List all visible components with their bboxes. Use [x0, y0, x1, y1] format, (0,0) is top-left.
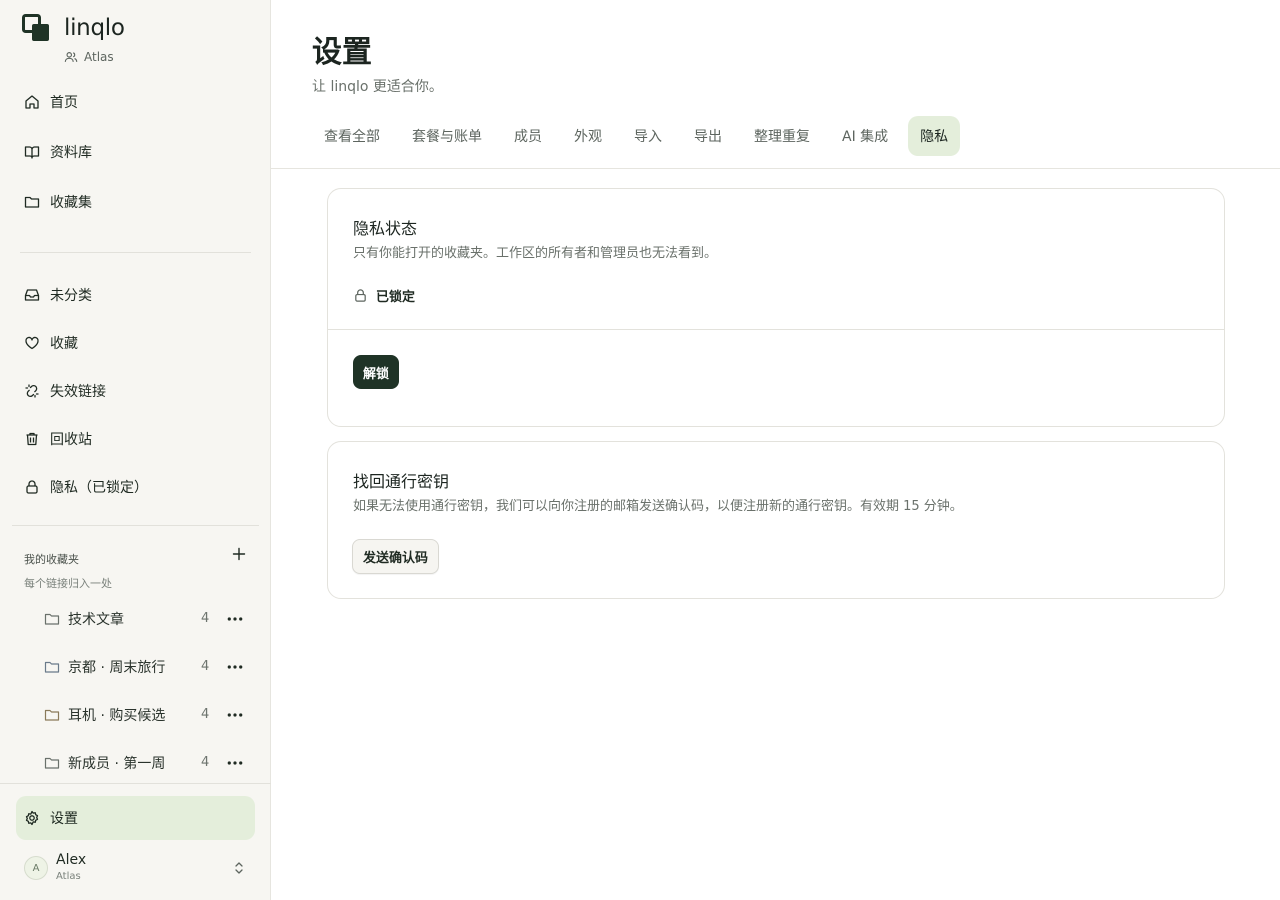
folder-icon: [44, 661, 60, 673]
divider: [0, 783, 271, 784]
nav-label: 收藏: [50, 336, 78, 352]
nav-label: 回收站: [50, 432, 92, 448]
nav-item-favorites[interactable]: 收藏: [16, 323, 255, 363]
send-code-button[interactable]: 发送确认码: [352, 539, 440, 574]
home-icon: [25, 95, 39, 109]
trash-icon: [26, 432, 38, 446]
book-icon: [24, 146, 40, 159]
nav-item-library[interactable]: 资料库: [16, 132, 255, 172]
nav-label: 收藏集: [50, 195, 92, 211]
lock-icon: [26, 480, 38, 494]
card-description: 如果无法使用通行密钥，我们可以向你注册的邮箱发送确认码，以便注册新的通行密钥。有…: [353, 499, 963, 514]
nav-label: 资料库: [50, 145, 92, 161]
folder-label: 新成员 · 第一周: [68, 756, 166, 772]
folder-count: 4: [201, 707, 210, 722]
tab-appearance[interactable]: 外观: [562, 116, 614, 156]
divider: [271, 168, 1280, 169]
folder-icon: [44, 757, 60, 769]
app-name: linqlo: [64, 15, 125, 41]
divider: [20, 252, 251, 253]
privacy-status-card: 隐私状态 只有你能打开的收藏夹。工作区的所有者和管理员也无法看到。 已锁定 解锁: [327, 188, 1225, 427]
lock-icon: [355, 289, 366, 302]
card-title: 找回通行密钥: [353, 472, 450, 491]
folder-label: 京都 · 周末旅行: [68, 660, 166, 676]
workspace-label[interactable]: Atlas: [64, 50, 114, 64]
inbox-icon: [24, 289, 40, 301]
folder-label: 耳机 · 购买候选: [68, 708, 166, 724]
card-title: 隐私状态: [353, 219, 418, 238]
tab-privacy[interactable]: 隐私: [908, 116, 961, 156]
users-icon: [64, 52, 78, 62]
more-icon[interactable]: [226, 610, 244, 628]
nav-item-uncategorized[interactable]: 未分类: [16, 275, 255, 315]
broken-link-icon: [25, 384, 39, 398]
folder-icon: [44, 709, 60, 721]
add-folder-icon[interactable]: [231, 546, 247, 562]
user-name: Alex: [56, 852, 87, 868]
nav-item-home[interactable]: 首页: [16, 82, 255, 122]
folders-section-subtitle: 每个链接归入一处: [24, 577, 112, 590]
nav-item-broken-links[interactable]: 失效链接: [16, 371, 255, 411]
folder-item[interactable]: 新成员 · 第一周 4: [36, 743, 255, 783]
folder-count: 4: [201, 611, 210, 626]
folder-item[interactable]: 京都 · 周末旅行 4: [36, 647, 255, 687]
folder-icon: [44, 613, 60, 625]
settings-tabs: 查看全部 套餐与账单 成员 外观 导入 导出 整理重复 AI 集成 隐私: [312, 116, 961, 156]
folder-icon: [24, 196, 40, 208]
folder-item[interactable]: 技术文章 4: [36, 599, 255, 639]
tab-overview[interactable]: 查看全部: [312, 116, 392, 156]
user-menu[interactable]: A Alex Atlas: [24, 852, 255, 884]
nav-label: 失效链接: [50, 384, 106, 400]
lock-status: 已锁定: [353, 286, 415, 305]
nav-label: 隐私（已锁定）: [50, 480, 148, 496]
sidebar: linqlo Atlas 首页 资料库 收藏集 未分类 收藏 失效链接 回收站: [0, 0, 271, 900]
heart-icon: [25, 336, 39, 350]
passkey-recovery-card: 找回通行密钥 如果无法使用通行密钥，我们可以向你注册的邮箱发送确认码，以便注册新…: [327, 441, 1225, 599]
user-workspace: Atlas: [56, 871, 81, 882]
nav-item-trash[interactable]: 回收站: [16, 419, 255, 459]
folder-count: 4: [201, 659, 210, 674]
tab-import[interactable]: 导入: [622, 116, 674, 156]
tab-ai-integration[interactable]: AI 集成: [830, 116, 900, 156]
more-icon[interactable]: [226, 658, 244, 676]
nav-label: 未分类: [50, 288, 92, 304]
tab-members[interactable]: 成员: [502, 116, 554, 156]
more-icon[interactable]: [226, 754, 244, 772]
card-description: 只有你能打开的收藏夹。工作区的所有者和管理员也无法看到。: [353, 246, 718, 261]
nav-item-settings[interactable]: 设置: [16, 796, 255, 840]
workspace-name: Atlas: [84, 50, 114, 64]
nav-label: 设置: [50, 811, 78, 827]
nav-item-private[interactable]: 隐私（已锁定）: [16, 467, 255, 507]
page-title: 设置: [312, 35, 372, 70]
page-subtitle: 让 linqlo 更适合你。: [312, 79, 443, 95]
logo-icon: [22, 14, 49, 41]
folder-item[interactable]: 耳机 · 购买候选 4: [36, 695, 255, 735]
tab-dedupe[interactable]: 整理重复: [742, 116, 822, 156]
divider: [328, 329, 1224, 330]
folder-count: 4: [201, 755, 210, 770]
avatar: A: [24, 856, 48, 880]
gear-icon: [25, 810, 39, 826]
folder-label: 技术文章: [68, 612, 124, 628]
nav-item-collections[interactable]: 收藏集: [16, 182, 255, 222]
chevron-up-down-icon: [235, 862, 243, 874]
divider: [12, 525, 259, 526]
unlock-button[interactable]: 解锁: [353, 355, 400, 389]
nav-label: 首页: [50, 95, 78, 111]
more-icon[interactable]: [226, 706, 244, 724]
tab-export[interactable]: 导出: [682, 116, 734, 156]
folders-section-title: 我的收藏夹: [24, 553, 79, 566]
tab-billing[interactable]: 套餐与账单: [400, 116, 494, 156]
lock-status-label: 已锁定: [376, 290, 416, 305]
